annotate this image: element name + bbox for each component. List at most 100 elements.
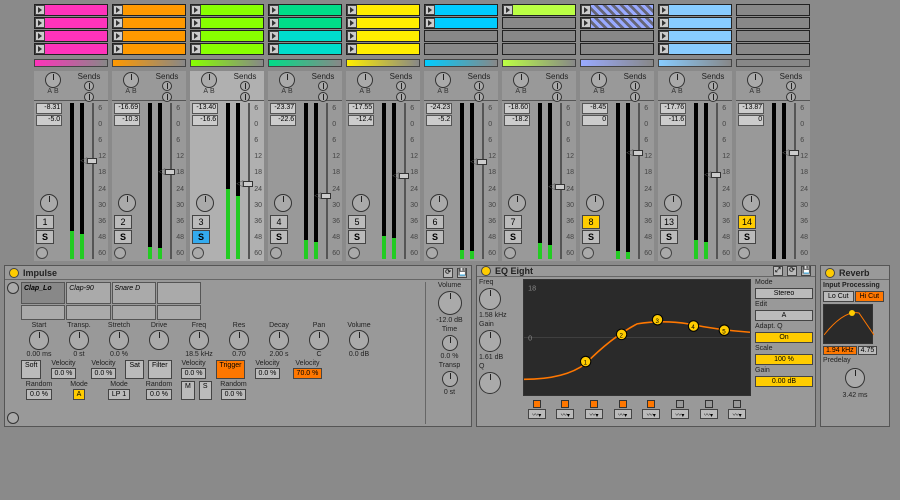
filter-button[interactable]: Filter (148, 360, 172, 379)
track-automation[interactable] (658, 59, 732, 67)
hotswap-icon[interactable]: ⟳ (787, 266, 797, 276)
play-icon[interactable] (347, 18, 357, 28)
clip-slot[interactable] (658, 43, 732, 55)
play-icon[interactable] (269, 5, 279, 15)
send-b-knob[interactable] (162, 92, 172, 102)
play-icon[interactable] (269, 18, 279, 28)
vol-readout[interactable]: -18.2 (504, 115, 530, 126)
track-knob[interactable] (664, 194, 682, 212)
clip-slot[interactable] (424, 43, 498, 55)
send-b-knob[interactable] (786, 92, 796, 102)
transp.-knob[interactable] (69, 330, 89, 350)
param-value[interactable]: LP 1 (108, 389, 130, 400)
param-value[interactable]: A (73, 389, 86, 400)
send-b-knob[interactable] (84, 92, 94, 102)
clip-slot[interactable] (268, 30, 342, 42)
send-a-knob[interactable] (318, 81, 328, 91)
track-activator[interactable]: 3 (192, 215, 210, 229)
param-value[interactable]: 0.0 % (51, 368, 77, 379)
clip-slot[interactable] (112, 30, 186, 42)
clip-slot[interactable] (736, 30, 810, 42)
clip-slot[interactable] (190, 43, 264, 55)
band-shape-select[interactable]: 〰▾ (671, 409, 689, 419)
clip-slot[interactable] (112, 43, 186, 55)
play-icon[interactable] (659, 5, 669, 15)
fold-icon[interactable] (7, 412, 19, 424)
send-b-knob[interactable] (396, 92, 406, 102)
play-icon[interactable] (113, 5, 123, 15)
sample-pad[interactable]: Snare D (112, 282, 156, 304)
clip-slot[interactable] (190, 4, 264, 16)
send-a-knob[interactable] (630, 81, 640, 91)
send-a-knob[interactable] (162, 81, 172, 91)
send-a-knob[interactable] (708, 81, 718, 91)
band-enable[interactable] (676, 400, 684, 408)
predelay-knob[interactable] (845, 368, 865, 388)
volume-fader[interactable] (482, 103, 484, 259)
play-icon[interactable] (347, 31, 357, 41)
send-b-knob[interactable] (552, 92, 562, 102)
pan-knob[interactable] (591, 72, 607, 88)
solo-button[interactable]: S (114, 230, 132, 244)
track-automation[interactable] (112, 59, 186, 67)
adapt-q-toggle[interactable]: On (755, 332, 813, 343)
send-b-knob[interactable] (318, 92, 328, 102)
hi-cut-tab[interactable]: Hi Cut (855, 291, 884, 302)
pan-knob[interactable] (513, 72, 529, 88)
lo-cut-tab[interactable]: Lo Cut (823, 291, 854, 302)
param-value[interactable]: 0.0 % (146, 389, 172, 400)
band-shape-select[interactable]: 〰▾ (700, 409, 718, 419)
clip-slot[interactable] (112, 17, 186, 29)
clip-slot[interactable] (346, 17, 420, 29)
track-activator[interactable]: 13 (660, 215, 678, 229)
clip-slot[interactable] (268, 4, 342, 16)
play-icon[interactable] (503, 5, 513, 15)
play-icon[interactable] (191, 44, 201, 54)
pan-knob[interactable] (747, 72, 763, 88)
play-icon[interactable] (35, 18, 45, 28)
filter-display[interactable] (823, 304, 873, 344)
peak-readout[interactable]: -18.60 (504, 103, 530, 114)
play-icon[interactable] (113, 18, 123, 28)
play-icon[interactable] (581, 5, 591, 15)
send-a-knob[interactable] (552, 81, 562, 91)
clip-slot[interactable] (580, 30, 654, 42)
track-knob[interactable] (40, 194, 58, 212)
play-icon[interactable] (269, 44, 279, 54)
send-a-knob[interactable] (786, 81, 796, 91)
pan-knob[interactable] (669, 72, 685, 88)
volume-fader[interactable] (170, 103, 172, 259)
solo-button[interactable]: S (426, 230, 444, 244)
volume-fader[interactable] (326, 103, 328, 259)
track-automation[interactable] (190, 59, 264, 67)
send-b-knob[interactable] (474, 92, 484, 102)
play-icon[interactable] (113, 44, 123, 54)
peak-readout[interactable]: -23.37 (270, 103, 296, 114)
save-icon[interactable]: 💾 (801, 266, 811, 276)
record-arm[interactable] (582, 247, 594, 259)
vol-readout[interactable]: 0 (738, 115, 764, 126)
record-arm[interactable] (348, 247, 360, 259)
send-b-knob[interactable] (240, 92, 250, 102)
play-icon[interactable] (347, 5, 357, 15)
track-automation[interactable] (346, 59, 420, 67)
clip-slot[interactable] (736, 4, 810, 16)
scale-value[interactable]: 100 % (755, 354, 813, 365)
peak-readout[interactable]: -16.69 (114, 103, 140, 114)
decay-knob[interactable] (269, 330, 289, 350)
clip-slot[interactable] (34, 17, 108, 29)
play-icon[interactable] (35, 31, 45, 41)
m-button[interactable]: M (181, 381, 195, 400)
record-arm[interactable] (738, 247, 750, 259)
track-knob[interactable] (508, 194, 526, 212)
clip-slot[interactable] (580, 43, 654, 55)
send-a-knob[interactable] (474, 81, 484, 91)
volume-fader[interactable] (794, 103, 796, 259)
filter-bw-value[interactable]: 4.75 (858, 346, 878, 355)
track-activator[interactable]: 8 (582, 215, 600, 229)
band-shape-select[interactable]: 〰▾ (642, 409, 660, 419)
track-knob[interactable] (352, 194, 370, 212)
volume-fader[interactable] (638, 103, 640, 259)
clip-slot[interactable] (346, 43, 420, 55)
clip-slot[interactable] (502, 17, 576, 29)
